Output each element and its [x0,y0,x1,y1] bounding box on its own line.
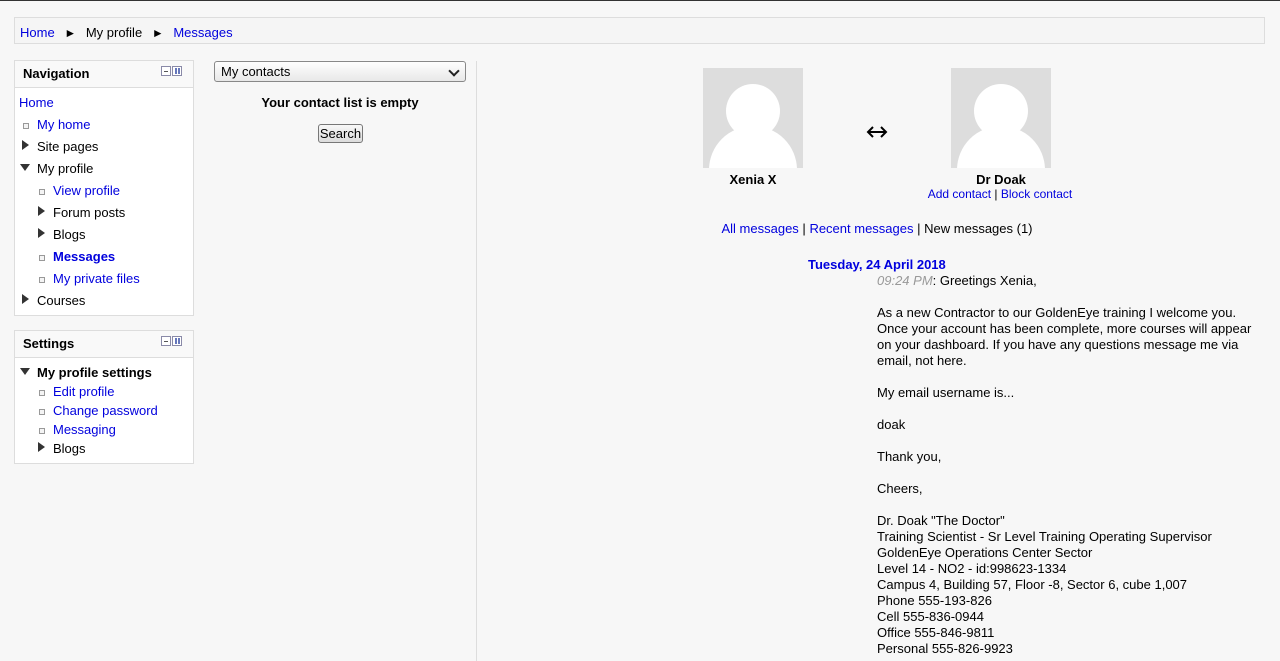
user2-actions: Add contact | Block contact [900,187,1100,201]
navbar: Home ► My profile ► Messages [14,17,1265,44]
recent-messages-link[interactable]: Recent messages [809,221,913,236]
breadcrumb-messages-link[interactable]: Messages [173,25,232,40]
message-first-line: 09:24 PM: Greetings Xenia, [877,273,1262,289]
nav-messages-link[interactable]: Messages [53,249,115,265]
navigation-title: Navigation [23,66,90,81]
message-line: doak [877,417,906,432]
expand-icon[interactable] [38,206,45,216]
nav-home-link[interactable]: Home [19,95,54,111]
message-line: As a new Contractor to our GoldenEye tra… [877,305,1252,368]
column-divider [476,61,477,661]
contact-list-empty-text: Your contact list is empty [261,95,419,110]
collapse-tree-icon[interactable] [20,368,30,375]
user1-avatar[interactable] [703,68,803,168]
nav-my-home-link[interactable]: My home [37,117,90,133]
navigation-block-header: Navigation [15,61,193,88]
avatar-head-shape [974,84,1028,138]
message-line: Campus 4, Building 57, Floor -8, Sector … [877,577,1188,592]
message-line: Office 555-846-9811 [877,625,995,640]
message-line: Personal 555-826-9923 [877,641,1013,656]
message-line: GoldenEye Operations Center Sector [877,545,1093,560]
expand-icon[interactable] [38,228,45,238]
message-line: : Greetings Xenia, [932,273,1037,288]
bullet-icon [39,428,45,434]
settings-blogs[interactable]: Blogs [53,441,86,457]
all-messages-link[interactable]: All messages [721,221,798,236]
message-line: Cheers, [877,481,923,496]
message-line: Training Scientist - Sr Level Training O… [877,529,1212,544]
action-separator: | [991,187,1001,201]
nav-my-profile[interactable]: My profile [37,161,93,177]
settings-change-password-link[interactable]: Change password [53,403,158,419]
block-contact-link[interactable]: Block contact [1001,187,1072,201]
message-line: Thank you, [877,449,942,464]
message-line: My email username is... [877,385,1015,400]
message-line: Cell 555-836-0944 [877,609,984,624]
bullet-icon [39,277,45,283]
nav-courses[interactable]: Courses [37,293,85,309]
breadcrumb-profile-link[interactable]: My profile [86,25,142,40]
collapse-tree-icon[interactable] [20,164,30,171]
message-time: 09:24 PM [877,273,933,288]
breadcrumb-separator: ► [151,25,164,40]
bullet-icon [23,123,29,129]
double-arrow-icon [866,126,888,138]
bullet-icon [39,409,45,415]
user1-name: Xenia X [729,172,777,187]
settings-profile-settings[interactable]: My profile settings [37,365,152,381]
block-controls [161,66,183,77]
user2-name: Dr Doak [976,172,1026,187]
history-separator: | [802,221,806,236]
settings-edit-profile-link[interactable]: Edit profile [53,384,114,400]
bullet-icon [39,255,45,261]
bullet-icon [39,390,45,396]
contacts-select-value: My contacts [221,64,291,79]
settings-block: Settings My profile settings Edit profil… [14,330,194,464]
bullet-icon [39,189,45,195]
settings-messaging-link[interactable]: Messaging [53,422,116,438]
contacts-select[interactable]: My contacts [214,61,466,82]
navigation-block: Navigation Home My home Site pages My pr… [14,60,194,316]
nav-private-files-link[interactable]: My private files [53,271,140,287]
message-line: Dr. Doak "The Doctor" [877,513,1005,528]
user2-avatar[interactable] [951,68,1051,168]
message-line: Phone 555-193-826 [877,593,992,608]
avatar-head-shape [726,84,780,138]
nav-view-profile-link[interactable]: View profile [53,183,120,199]
breadcrumb-home-link[interactable]: Home [20,25,55,40]
new-messages-label: New messages (1) [924,221,1033,236]
history-separator: | [917,221,921,236]
breadcrumb: Home ► My profile ► Messages [20,24,233,40]
nav-site-pages[interactable]: Site pages [37,139,98,155]
search-button[interactable]: Search [318,124,363,143]
message-line: Level 14 - NO2 - id:998623-1334 [877,561,1067,576]
dock-icon[interactable] [172,336,182,346]
message-history-links: All messages | Recent messages | New mes… [700,221,1054,236]
expand-icon[interactable] [22,294,29,304]
breadcrumb-separator: ► [64,25,77,40]
message-body: 09:24 PM: Greetings Xenia, As a new Cont… [877,273,1262,657]
nav-blogs[interactable]: Blogs [53,227,86,243]
settings-block-header: Settings [15,331,193,358]
expand-icon[interactable] [22,140,29,150]
add-contact-link[interactable]: Add contact [928,187,991,201]
collapse-icon[interactable] [161,336,171,346]
expand-icon[interactable] [38,442,45,452]
block-controls [161,336,183,347]
settings-title: Settings [23,336,75,351]
nav-forum-posts[interactable]: Forum posts [53,205,125,221]
collapse-icon[interactable] [161,66,171,76]
message-date-heading: Tuesday, 24 April 2018 [808,257,946,272]
dock-icon[interactable] [172,66,182,76]
chevron-down-icon [448,65,460,77]
